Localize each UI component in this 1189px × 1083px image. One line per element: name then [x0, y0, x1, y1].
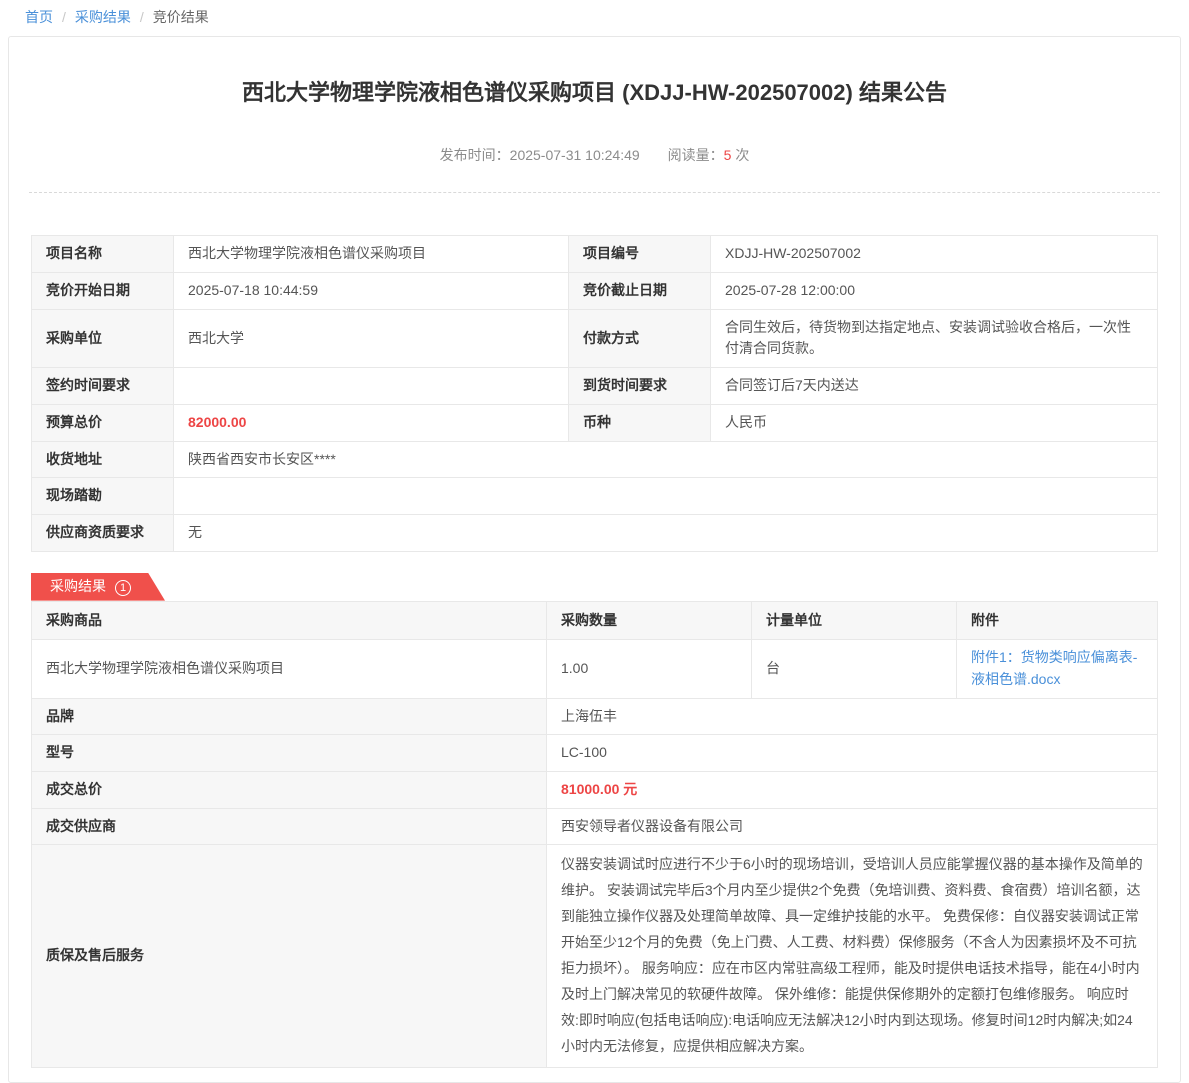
table-row: 竞价开始日期 2025-07-18 10:44:59 竞价截止日期 2025-0…	[32, 273, 1158, 310]
info-value: 人民币	[711, 404, 1158, 441]
info-label: 到货时间要求	[569, 368, 711, 405]
info-value: 无	[174, 514, 1158, 551]
project-info-table: 项目名称 西北大学物理学院液相色谱仪采购项目 项目编号 XDJJ-HW-2025…	[31, 235, 1158, 551]
table-row: 西北大学物理学院液相色谱仪采购项目 1.00 台 附件1：货物类响应偏离表-液相…	[32, 640, 1158, 698]
publish-time-value: 2025-07-31 10:24:49	[510, 147, 640, 163]
info-label: 预算总价	[32, 404, 174, 441]
info-label: 现场踏勘	[32, 478, 174, 515]
announcement-meta: 发布时间：2025-07-31 10:24:49 阅读量：5 次	[9, 145, 1180, 192]
info-label: 采购单位	[32, 309, 174, 367]
breadcrumb: 首页 / 采购结果 / 竞价结果	[0, 0, 1189, 35]
breadcrumb-separator: /	[62, 9, 66, 25]
info-value: 西北大学	[174, 309, 569, 367]
info-label: 品牌	[32, 698, 547, 735]
table-row: 签约时间要求 到货时间要求 合同签订后7天内送达	[32, 368, 1158, 405]
views-label: 阅读量：	[668, 147, 724, 163]
table-row: 品牌 上海伍丰	[32, 698, 1158, 735]
info-label: 竞价开始日期	[32, 273, 174, 310]
attachment-cell: 附件1：货物类响应偏离表-液相色谱.docx	[957, 640, 1158, 698]
table-row: 收货地址 陕西省西安市长安区****	[32, 441, 1158, 478]
table-row: 采购单位 西北大学 付款方式 合同生效后，待货物到达指定地点、安装调试验收合格后…	[32, 309, 1158, 367]
info-value: 合同生效后，待货物到达指定地点、安装调试验收合格后，一次性付清合同货款。	[711, 309, 1158, 367]
unit-cell: 台	[752, 640, 957, 698]
col-header-attachment: 附件	[957, 601, 1158, 640]
supplier-value: 西安领导者仪器设备有限公司	[547, 808, 1158, 845]
table-header-row: 采购商品 采购数量 计量单位 附件	[32, 601, 1158, 640]
model-value: LC-100	[547, 735, 1158, 772]
info-value	[174, 368, 569, 405]
info-label: 供应商资质要求	[32, 514, 174, 551]
info-value: 西北大学物理学院液相色谱仪采购项目	[174, 236, 569, 273]
info-label: 签约时间要求	[32, 368, 174, 405]
quantity-cell: 1.00	[547, 640, 752, 698]
table-row: 型号 LC-100	[32, 735, 1158, 772]
col-header-product: 采购商品	[32, 601, 547, 640]
info-label: 型号	[32, 735, 547, 772]
brand-value: 上海伍丰	[547, 698, 1158, 735]
result-count-badge: 1	[115, 580, 131, 596]
table-row: 质保及售后服务 仪器安装调试时应进行不少于6小时的现场培训，受培训人员应能掌握仪…	[32, 845, 1158, 1067]
info-value: 合同签订后7天内送达	[711, 368, 1158, 405]
page-title: 西北大学物理学院液相色谱仪采购项目 (XDJJ-HW-202507002) 结果…	[69, 79, 1120, 108]
product-name-cell: 西北大学物理学院液相色谱仪采购项目	[32, 640, 547, 698]
procurement-result-table: 采购商品 采购数量 计量单位 附件 西北大学物理学院液相色谱仪采购项目 1.00…	[31, 601, 1158, 1068]
info-label: 收货地址	[32, 441, 174, 478]
table-row: 成交总价 81000.00 元	[32, 772, 1158, 809]
views-unit: 次	[735, 147, 749, 163]
table-row: 项目名称 西北大学物理学院液相色谱仪采购项目 项目编号 XDJJ-HW-2025…	[32, 236, 1158, 273]
breadcrumb-separator: /	[140, 9, 144, 25]
col-header-quantity: 采购数量	[547, 601, 752, 640]
info-value: 2025-07-28 12:00:00	[711, 273, 1158, 310]
info-value	[174, 478, 1158, 515]
budget-total-value: 82000.00	[174, 404, 569, 441]
info-label: 付款方式	[569, 309, 711, 367]
info-label: 质保及售后服务	[32, 845, 547, 1067]
table-row: 预算总价 82000.00 币种 人民币	[32, 404, 1158, 441]
announcement-card: 西北大学物理学院液相色谱仪采购项目 (XDJJ-HW-202507002) 结果…	[8, 36, 1181, 1083]
breadcrumb-home-link[interactable]: 首页	[25, 9, 53, 25]
info-label: 成交供应商	[32, 808, 547, 845]
info-label: 成交总价	[32, 772, 547, 809]
attachment-link[interactable]: 附件1：货物类响应偏离表-液相色谱.docx	[971, 649, 1137, 687]
table-row: 现场踏勘	[32, 478, 1158, 515]
info-value: XDJJ-HW-202507002	[711, 236, 1158, 273]
info-value: 陕西省西安市长安区****	[174, 441, 1158, 478]
result-badge-label: 采购结果	[50, 578, 106, 594]
procurement-result-badge: 采购结果 1	[31, 573, 165, 601]
info-label: 币种	[569, 404, 711, 441]
views-count: 5	[724, 147, 732, 163]
table-row: 成交供应商 西安领导者仪器设备有限公司	[32, 808, 1158, 845]
col-header-unit: 计量单位	[752, 601, 957, 640]
info-label: 项目名称	[32, 236, 174, 273]
publish-time-label: 发布时间：	[440, 147, 510, 163]
info-label: 竞价截止日期	[569, 273, 711, 310]
deal-total-price-value: 81000.00 元	[547, 772, 1158, 809]
breadcrumb-current: 竞价结果	[153, 9, 209, 25]
info-value: 2025-07-18 10:44:59	[174, 273, 569, 310]
table-row: 供应商资质要求 无	[32, 514, 1158, 551]
breadcrumb-procurement-results-link[interactable]: 采购结果	[75, 9, 131, 25]
content-area: 项目名称 西北大学物理学院液相色谱仪采购项目 项目编号 XDJJ-HW-2025…	[9, 193, 1180, 1067]
info-label: 项目编号	[569, 236, 711, 273]
warranty-service-value: 仪器安装调试时应进行不少于6小时的现场培训，受培训人员应能掌握仪器的基本操作及简…	[547, 845, 1158, 1067]
